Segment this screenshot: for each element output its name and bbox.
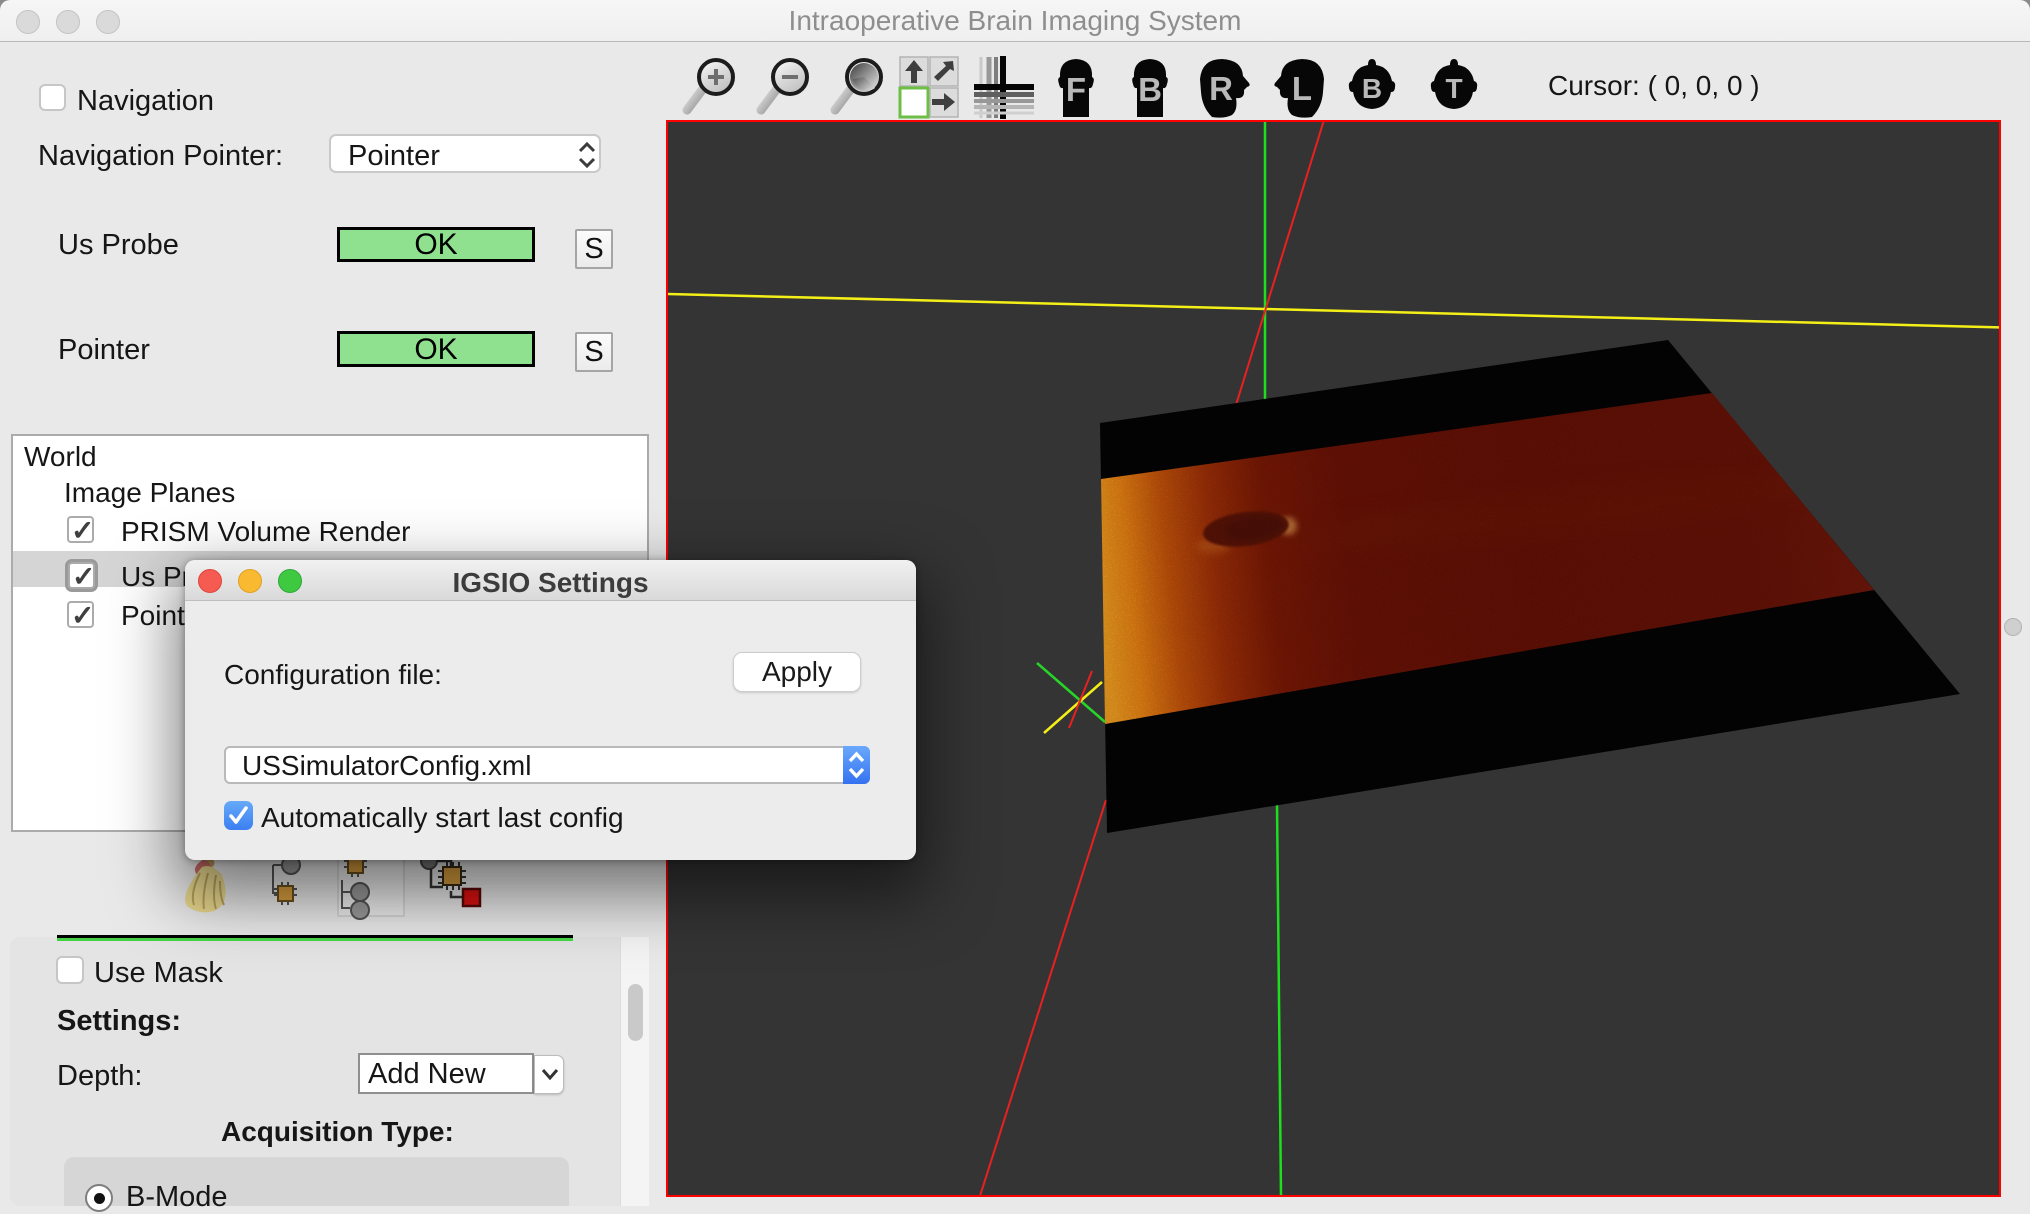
svg-text:L: L xyxy=(1292,70,1312,107)
svg-text:B: B xyxy=(1362,73,1382,104)
svg-text:R: R xyxy=(1209,70,1233,107)
svg-text:F: F xyxy=(1066,71,1086,108)
svg-text:T: T xyxy=(1445,73,1462,104)
svg-text:B: B xyxy=(1138,71,1162,108)
